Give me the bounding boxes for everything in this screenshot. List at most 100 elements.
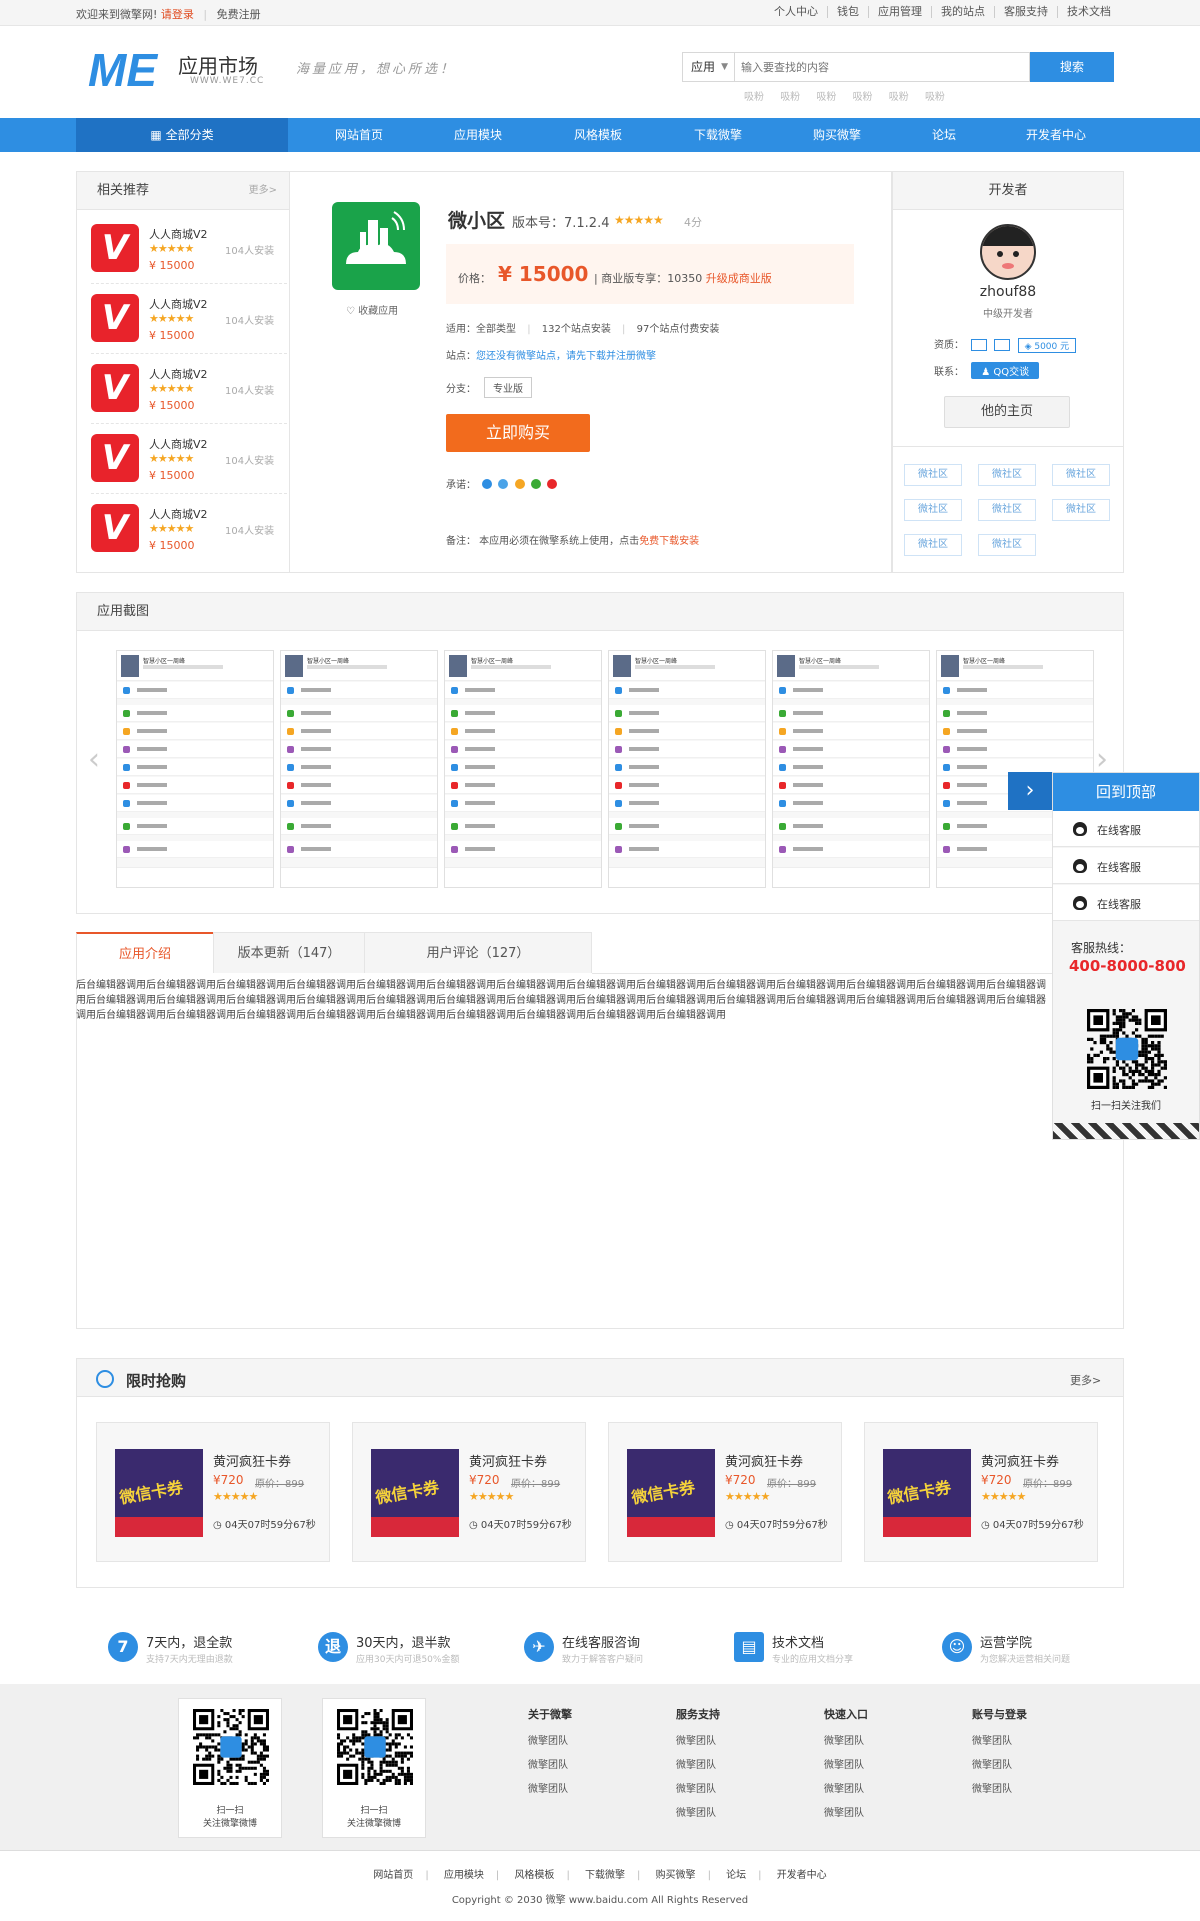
nav-item-modules[interactable]: 应用模块 (428, 118, 528, 152)
footer-link[interactable]: 微擎团队 (824, 1754, 868, 1778)
related-item[interactable]: V 人人商城V2 ★★★★★ 104人安装 ¥ 15000 (91, 284, 287, 354)
nav-item-home[interactable]: 网站首页 (309, 118, 409, 152)
online-service-button[interactable]: 在线客服 (1053, 885, 1199, 921)
chevron-left-icon[interactable]: ‹ (88, 742, 100, 777)
upgrade-link[interactable]: 升级成商业版 (706, 272, 772, 285)
flash-sale-card[interactable]: 微信卡券 黄河疯狂卡券 ¥720 原价：899 ★★★★★ ◷ 04天07时59… (864, 1422, 1098, 1562)
hot-word[interactable]: 吸粉 (925, 92, 945, 103)
qq-chat-button[interactable]: ♟ QQ交谈 (971, 362, 1040, 379)
footer-link[interactable]: 微擎团队 (972, 1754, 1027, 1778)
top-link-app-manage[interactable]: 应用管理 (868, 6, 931, 18)
app-screenshot[interactable]: 智慧小区一周峰 (116, 650, 274, 888)
nav-item-developer[interactable]: 开发者中心 (1006, 118, 1106, 152)
flash-sale-more-link[interactable]: 更多> (1070, 1372, 1101, 1388)
register-link[interactable]: 免费注册 (217, 8, 261, 21)
developer-tag[interactable]: 微社区 (978, 464, 1036, 486)
service-academy[interactable]: ☺ 运营学院 为您解决运营相关问题 (942, 1630, 1122, 1670)
service-refund-7[interactable]: 7 7天内，退全款 支持7天内无理由退款 (108, 1630, 288, 1670)
login-link[interactable]: 请登录 (161, 8, 194, 21)
related-more-link[interactable]: 更多> (249, 172, 277, 210)
developer-tag[interactable]: 微社区 (978, 534, 1036, 556)
footer-column-about: 关于微擎 微擎团队 微擎团队 微擎团队 (528, 1706, 572, 1802)
online-service-button[interactable]: 在线客服 (1053, 811, 1199, 847)
footer-link[interactable]: 微擎团队 (528, 1754, 572, 1778)
related-item[interactable]: V 人人商城V2 ★★★★★ 104人安装 ¥ 15000 (91, 354, 287, 424)
bottom-link[interactable]: 网站首页 (373, 1870, 413, 1881)
bottom-link[interactable]: 风格模板 (514, 1870, 554, 1881)
app-screenshot[interactable]: 智慧小区一周峰 (772, 650, 930, 888)
top-link-personal[interactable]: 个人中心 (765, 6, 827, 18)
branch-tag[interactable]: 专业版 (484, 377, 532, 398)
bottom-link[interactable]: 开发者中心 (777, 1870, 827, 1881)
tab-intro[interactable]: 应用介绍 (76, 932, 214, 974)
top-link-support[interactable]: 客服支持 (994, 6, 1057, 18)
developer-tag[interactable]: 微社区 (1052, 499, 1110, 521)
developer-tag[interactable]: 微社区 (1052, 464, 1110, 486)
flash-sale-card[interactable]: 微信卡券 黄河疯狂卡券 ¥720 原价：899 ★★★★★ ◷ 04天07时59… (352, 1422, 586, 1562)
favorite-app-button[interactable]: ♡ 收藏应用 (346, 302, 398, 317)
footer-link[interactable]: 微擎团队 (824, 1730, 868, 1754)
app-screenshot[interactable]: 智慧小区一周峰 (608, 650, 766, 888)
developer-tag[interactable]: 微社区 (904, 464, 962, 486)
flash-sale-card[interactable]: 微信卡券 黄河疯狂卡券 ¥720 原价：899 ★★★★★ ◷ 04天07时59… (96, 1422, 330, 1562)
service-online-consult[interactable]: ✈ 在线客服咨询 致力于解答客户疑问 (524, 1630, 704, 1670)
app-screenshot[interactable]: 智慧小区一周峰 (280, 650, 438, 888)
nav-item-download[interactable]: 下载微擎 (668, 118, 768, 152)
footer-link[interactable]: 微擎团队 (676, 1802, 720, 1826)
footer-link[interactable]: 微擎团队 (528, 1730, 572, 1754)
footer-link[interactable]: 微擎团队 (676, 1778, 720, 1802)
flash-sale-card[interactable]: 微信卡券 黄河疯狂卡券 ¥720 原价：899 ★★★★★ ◷ 04天07时59… (608, 1422, 842, 1562)
developer-tag[interactable]: 微社区 (904, 499, 962, 521)
service-refund-30[interactable]: 退 30天内，退半款 应用30天内可退50%金额 (318, 1630, 498, 1670)
bottom-link[interactable]: 论坛 (726, 1870, 746, 1881)
menu-icon (287, 846, 294, 853)
search-button[interactable]: 搜索 (1030, 52, 1114, 82)
hot-word[interactable]: 吸粉 (853, 92, 873, 103)
top-link-wallet[interactable]: 钱包 (827, 6, 868, 18)
developer-tag[interactable]: 微社区 (904, 534, 962, 556)
tab-versions[interactable]: 版本更新（147） (213, 932, 365, 974)
nav-item-templates[interactable]: 风格模板 (548, 118, 648, 152)
nav-item-forum[interactable]: 论坛 (894, 118, 994, 152)
footer-link[interactable]: 微擎团队 (824, 1802, 868, 1826)
hot-word[interactable]: 吸粉 (744, 92, 764, 103)
placeholder-line (957, 783, 987, 787)
app-screenshot[interactable]: 智慧小区一周峰 (444, 650, 602, 888)
back-to-top-button[interactable]: 回到顶部 (1053, 773, 1199, 811)
bottom-link[interactable]: 应用模块 (444, 1870, 484, 1881)
divider: | (425, 1870, 429, 1881)
site-register-link[interactable]: 您还没有微擎站点，请先下载并注册微擎 (476, 351, 656, 362)
buy-now-button[interactable]: 立即购买 (446, 414, 590, 452)
footer-link[interactable]: 微擎团队 (972, 1778, 1027, 1802)
related-item[interactable]: V 人人商城V2 ★★★★★ 104人安装 ¥ 15000 (91, 214, 287, 284)
related-item[interactable]: V 人人商城V2 ★★★★★ 104人安装 ¥ 15000 (91, 424, 287, 494)
hot-word[interactable]: 吸粉 (816, 92, 836, 103)
hot-word[interactable]: 吸粉 (889, 92, 909, 103)
logo-icon[interactable]: ME (88, 46, 170, 92)
search-input[interactable] (741, 53, 1021, 81)
search-type-select[interactable]: 应用 ▼ (683, 53, 735, 81)
footer-link[interactable]: 微擎团队 (676, 1754, 720, 1778)
avatar[interactable] (980, 224, 1036, 280)
footer-link[interactable]: 微擎团队 (528, 1778, 572, 1802)
bottom-link[interactable]: 下载微擎 (585, 1870, 625, 1881)
footer-link[interactable]: 微擎团队 (676, 1730, 720, 1754)
bottom-link[interactable]: 购买微擎 (656, 1870, 696, 1881)
related-item[interactable]: V 人人商城V2 ★★★★★ 104人安装 ¥ 15000 (91, 494, 287, 564)
tab-reviews[interactable]: 用户评论（127） (364, 932, 592, 974)
footer-link[interactable]: 微擎团队 (824, 1778, 868, 1802)
free-download-link[interactable]: 免费下载安装 (639, 536, 699, 547)
developer-home-button[interactable]: 他的主页 (944, 396, 1070, 428)
top-link-docs[interactable]: 技术文档 (1057, 6, 1120, 18)
top-link-my-sites[interactable]: 我的站点 (931, 6, 994, 18)
hot-word[interactable]: 吸粉 (780, 92, 800, 103)
chevron-right-icon[interactable]: › (1008, 772, 1052, 810)
nav-item-buy[interactable]: 购买微擎 (787, 118, 887, 152)
placeholder-line (957, 765, 987, 769)
online-service-button[interactable]: 在线客服 (1053, 848, 1199, 884)
developer-tag[interactable]: 微社区 (978, 499, 1036, 521)
nav-all-categories[interactable]: ▦ 全部分类 (76, 118, 288, 152)
service-docs[interactable]: ▤ 技术文档 专业的应用文档分享 (734, 1630, 914, 1670)
menu-icon (287, 800, 294, 807)
footer-link[interactable]: 微擎团队 (972, 1730, 1027, 1754)
